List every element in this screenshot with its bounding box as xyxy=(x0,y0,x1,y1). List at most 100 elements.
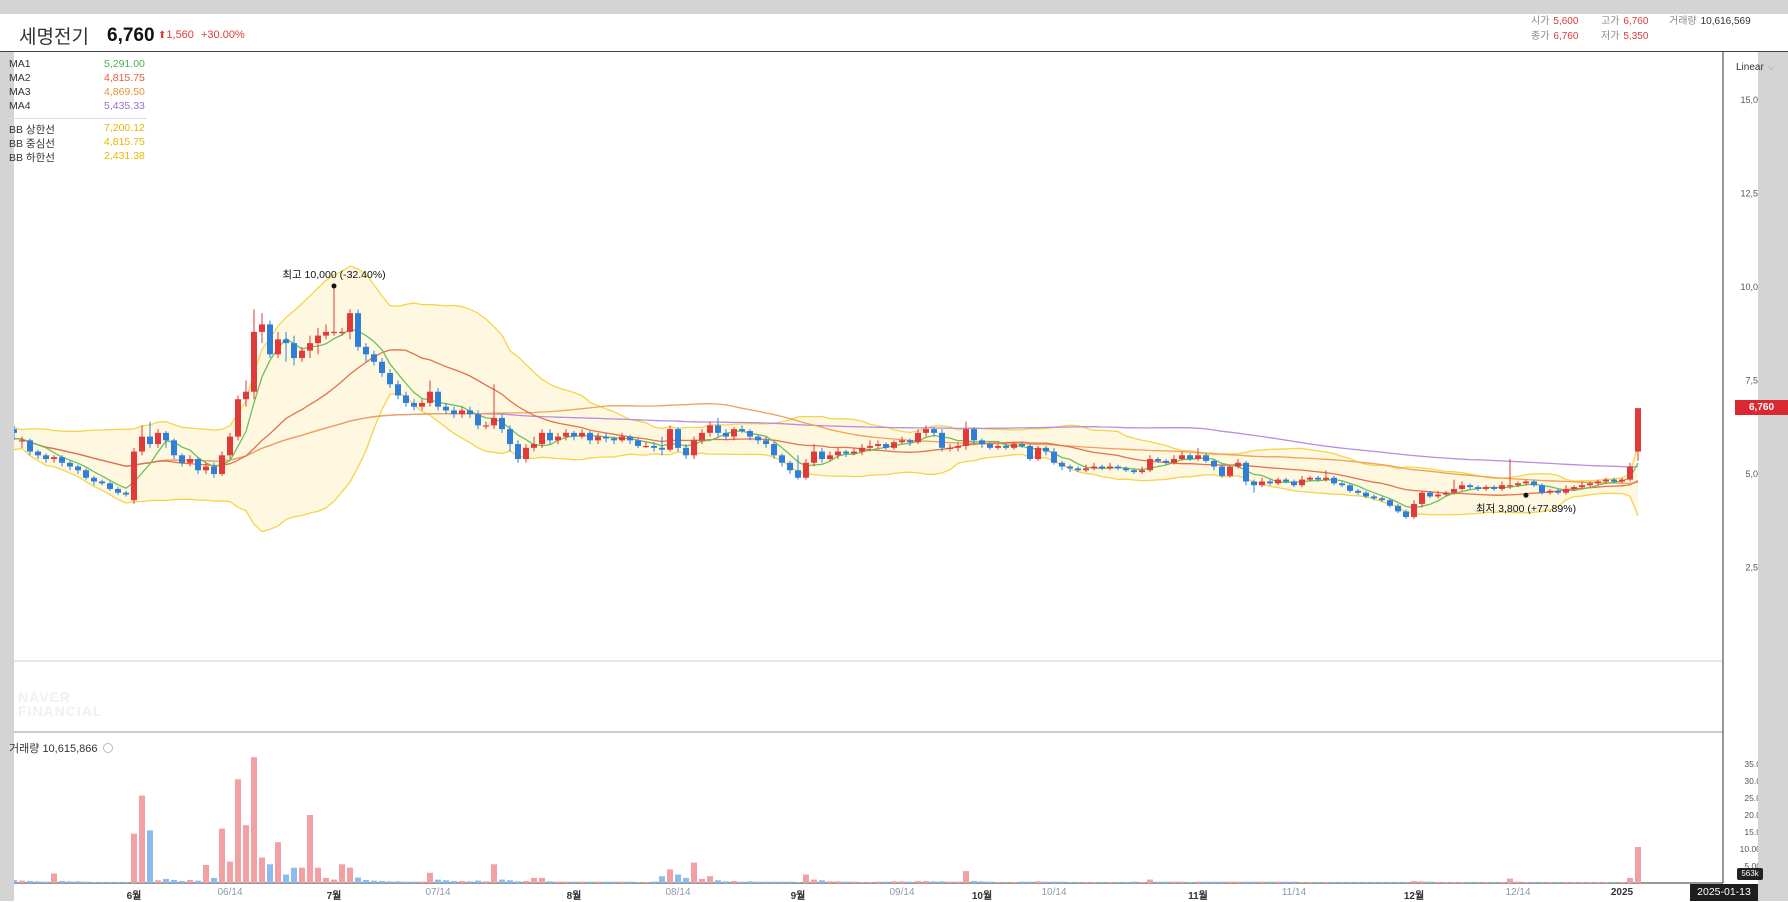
low-marker xyxy=(1523,492,1529,498)
volume-bar xyxy=(795,881,801,883)
legend-ma4-value: 5,435.33 xyxy=(104,100,145,112)
volume-bar xyxy=(707,876,713,883)
volume-bar xyxy=(1011,881,1017,883)
candle-body xyxy=(931,429,937,433)
volume-bar xyxy=(883,881,889,883)
candle-body xyxy=(779,455,785,463)
candle-body xyxy=(739,429,745,431)
volume-bar xyxy=(51,873,57,883)
volume-bar xyxy=(555,881,561,883)
high-annotation: 최고 10,000 (-32.40%) xyxy=(282,269,385,281)
volume-bar xyxy=(779,881,785,883)
x-tick-label: 10/14 xyxy=(1041,887,1067,898)
candle-body xyxy=(1275,479,1281,484)
candle-body xyxy=(1363,492,1369,497)
candle-body xyxy=(1339,483,1345,486)
legend-bb-upper[interactable]: BB 상한선 7,200.12 xyxy=(9,122,147,136)
volume-bar xyxy=(1427,881,1433,883)
x-tick-label: 9월 xyxy=(790,891,806,902)
volume-bar xyxy=(827,881,833,883)
candle-body xyxy=(1027,445,1033,460)
volume-bar xyxy=(435,879,441,883)
volume-bar xyxy=(27,880,33,883)
legend-ma1[interactable]: MA1 5,291.00 xyxy=(9,58,147,72)
candle-body xyxy=(1587,483,1593,486)
candle-body xyxy=(435,391,441,407)
price-chart[interactable]: 02,5005,0007,50010,00012,50015,0005.00m1… xyxy=(0,0,1788,901)
volume-bar xyxy=(875,881,881,883)
legend-bb-lower-label: BB 하한선 xyxy=(9,152,55,164)
candle-body xyxy=(947,447,953,450)
volume-bar xyxy=(483,881,489,883)
volume-bar xyxy=(1075,881,1081,883)
candle-body xyxy=(1219,466,1225,476)
window-left-edge xyxy=(0,52,14,901)
candle-body xyxy=(843,451,849,454)
candle-body xyxy=(19,440,25,442)
candle-body xyxy=(267,324,273,355)
candle-body xyxy=(187,459,193,463)
candle-body xyxy=(747,430,753,437)
volume-bar xyxy=(1059,881,1065,883)
volume-bar xyxy=(1267,881,1273,883)
candle-body xyxy=(379,361,385,374)
volume-bar xyxy=(91,881,97,883)
candle-body xyxy=(1011,444,1017,448)
candle-body xyxy=(803,462,809,478)
candle-body xyxy=(331,331,337,334)
x-tick-label: 06/14 xyxy=(217,887,243,898)
candle-body xyxy=(1211,460,1217,467)
volume-bar xyxy=(1115,881,1121,883)
volume-bar xyxy=(835,881,841,883)
candle-body xyxy=(1379,498,1385,501)
candle-body xyxy=(1299,479,1305,486)
volume-bar xyxy=(1235,881,1241,883)
volume-bar xyxy=(1203,881,1209,883)
volume-bar xyxy=(67,881,73,883)
legend-ma4[interactable]: MA4 5,435.33 xyxy=(9,100,147,114)
volume-bar xyxy=(1563,881,1569,883)
volume-bar xyxy=(1483,881,1489,883)
candle-body xyxy=(59,457,65,463)
volume-bar xyxy=(995,881,1001,883)
candle-body xyxy=(1091,466,1097,469)
legend-bb-middle[interactable]: BB 중심선 4,815.75 xyxy=(9,136,147,150)
legend-bb-lower[interactable]: BB 하한선 2,431.38 xyxy=(9,150,147,164)
candle-body xyxy=(67,462,73,467)
volume-bar xyxy=(155,880,161,883)
legend-ma3[interactable]: MA3 4,869.50 xyxy=(9,86,147,100)
candle-body xyxy=(1291,481,1297,486)
legend-bb-upper-value: 7,200.12 xyxy=(104,122,145,134)
candle-body xyxy=(1187,455,1193,460)
volume-bar xyxy=(459,880,465,883)
volume-bar xyxy=(683,877,689,883)
volume-bar xyxy=(1139,881,1145,883)
volume-bar xyxy=(427,872,433,883)
volume-bar xyxy=(83,881,89,883)
volume-bar xyxy=(1451,881,1457,883)
x-tick-label: 07/14 xyxy=(425,887,451,898)
candle-body xyxy=(275,339,281,355)
volume-bar xyxy=(891,881,897,883)
candle-body xyxy=(1203,455,1209,461)
volume-bar xyxy=(667,869,673,883)
candle-body xyxy=(235,399,241,437)
volume-bar xyxy=(723,881,729,883)
volume-bar xyxy=(1419,881,1425,883)
candle-body xyxy=(1123,468,1129,471)
volume-bar xyxy=(347,867,353,883)
volume-bar xyxy=(211,877,217,883)
volume-bar xyxy=(1035,881,1041,883)
candle-body xyxy=(1563,488,1569,493)
candle-body xyxy=(603,436,609,439)
volume-bar xyxy=(1147,879,1153,883)
volume-bar xyxy=(467,881,473,883)
volume-bar xyxy=(939,881,945,883)
legend-ma2[interactable]: MA2 4,815.75 xyxy=(9,72,147,86)
settings-icon[interactable] xyxy=(102,743,113,753)
scale-mode-select[interactable]: Linear ⌵ xyxy=(1736,62,1775,73)
x-tick-label: 12월 xyxy=(1403,891,1425,902)
candle-body xyxy=(1499,485,1505,489)
candle-body xyxy=(371,354,377,362)
candle-body xyxy=(1099,466,1105,469)
